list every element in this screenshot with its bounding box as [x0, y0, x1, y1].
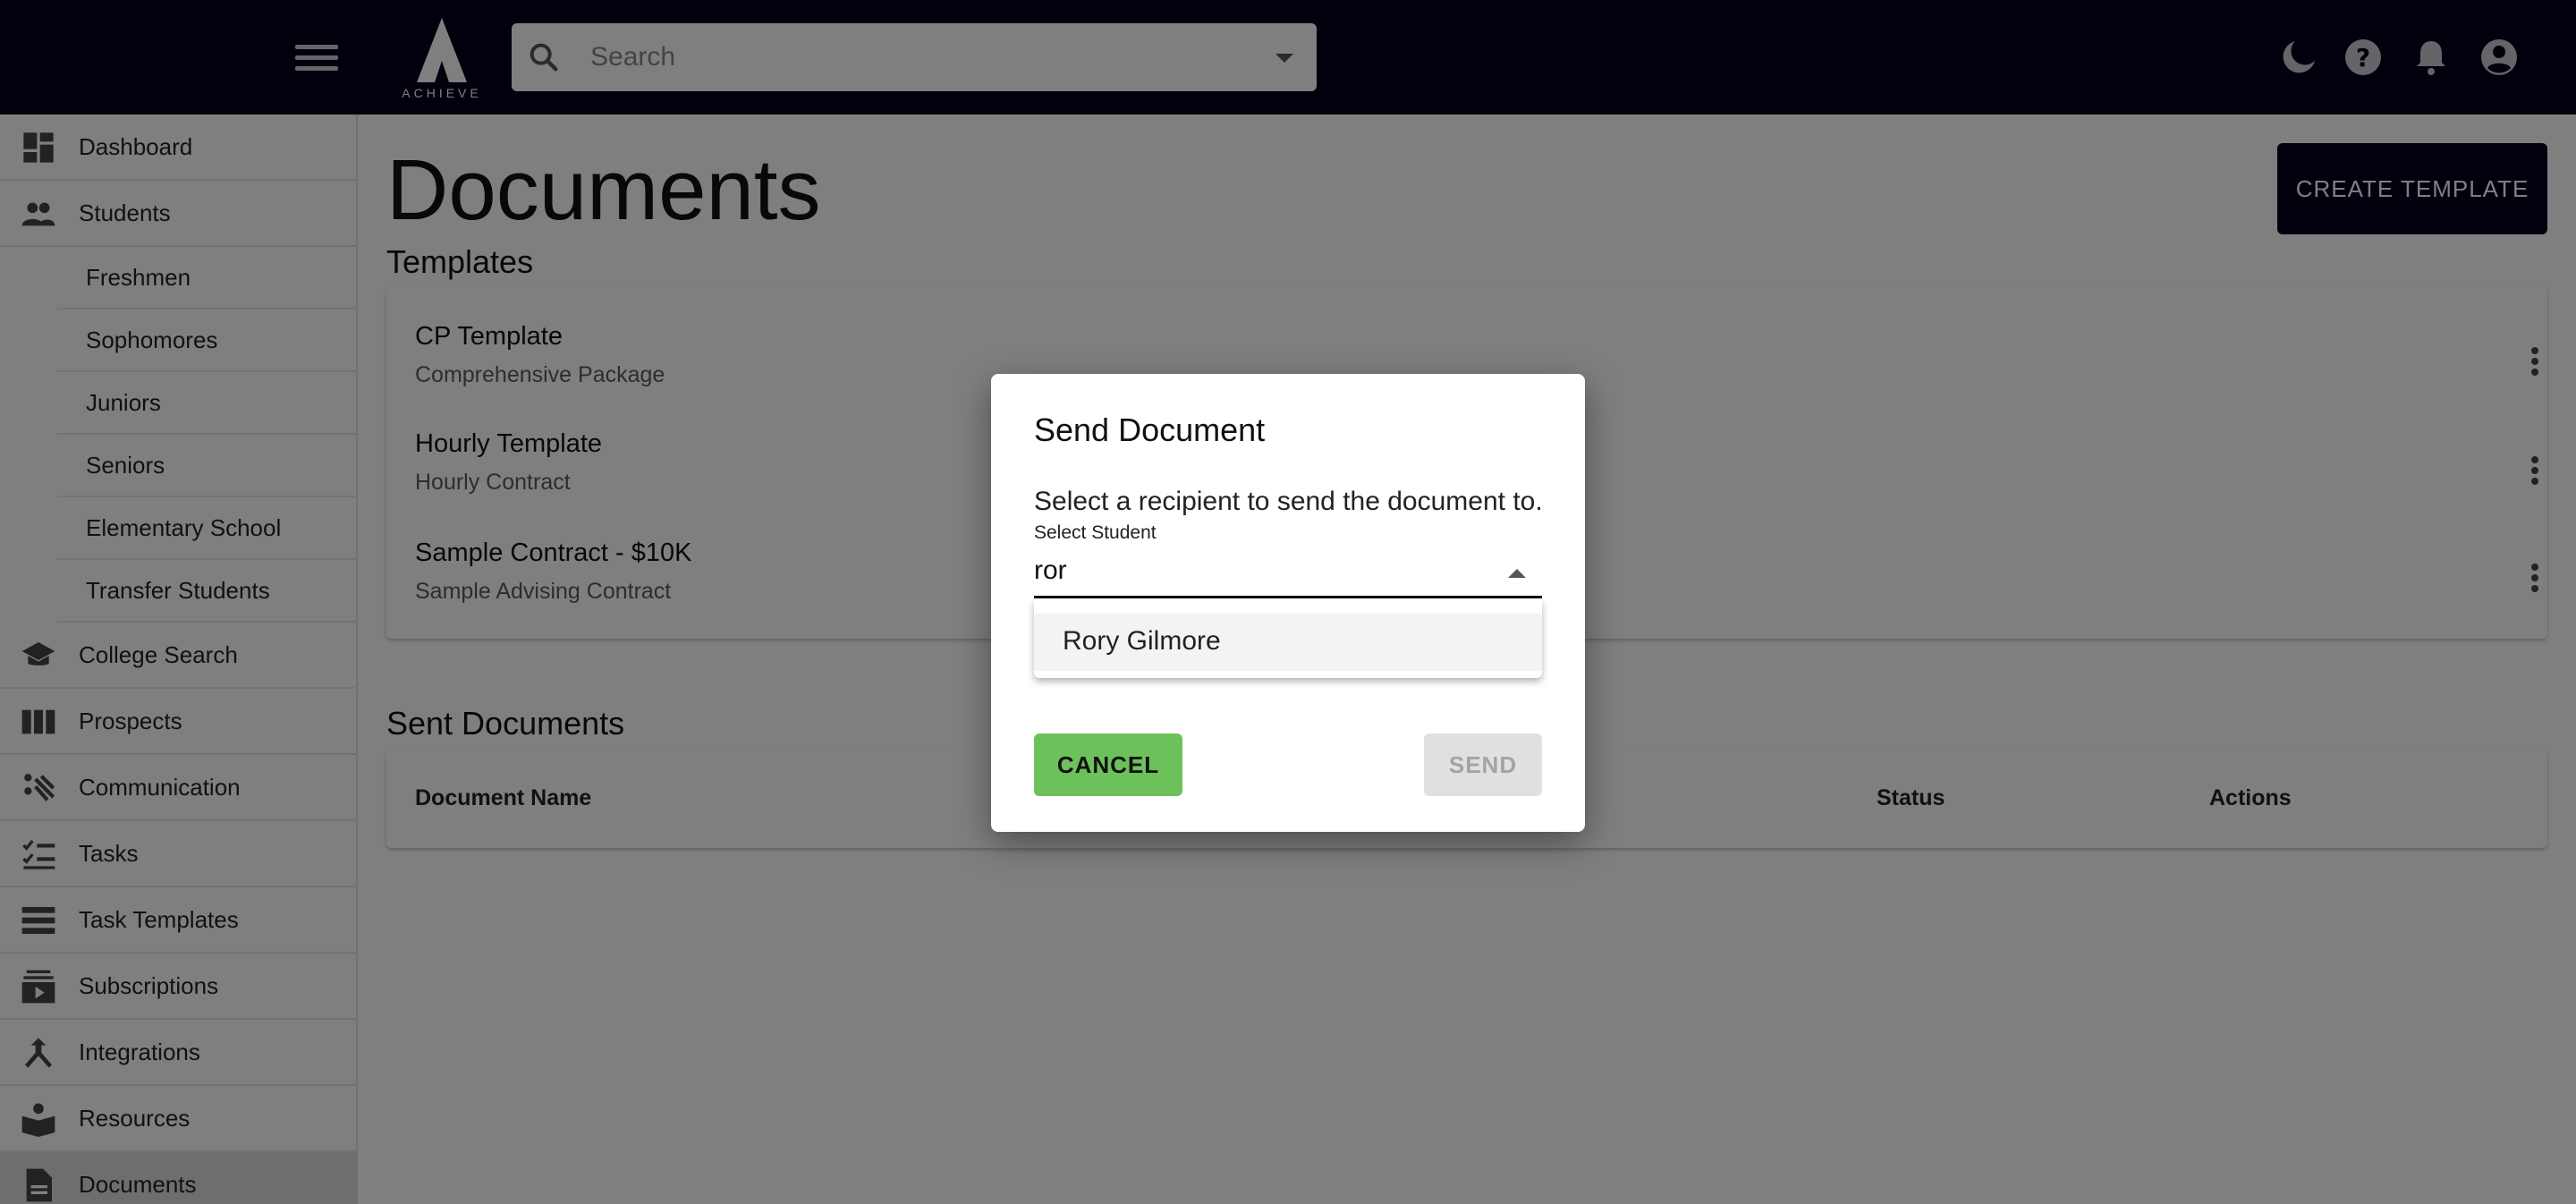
field-underline	[1034, 596, 1542, 598]
dialog-text: Select a recipient to send the document …	[1034, 487, 1543, 516]
option-rory-gilmore[interactable]: Rory Gilmore	[1034, 614, 1542, 671]
select-student-label: Select Student	[1034, 522, 1157, 543]
send-document-dialog: Send Document Select a recipient to send…	[991, 374, 1585, 832]
student-options-list: Rory Gilmore	[1034, 599, 1542, 678]
chevron-up-icon[interactable]	[1508, 569, 1526, 578]
cancel-button[interactable]: CANCEL	[1034, 733, 1182, 796]
send-button[interactable]: SEND	[1424, 733, 1542, 796]
select-student-input[interactable]	[1034, 547, 1506, 594]
dialog-title: Send Document	[1034, 411, 1266, 448]
option-label: Rory Gilmore	[1063, 626, 1221, 656]
